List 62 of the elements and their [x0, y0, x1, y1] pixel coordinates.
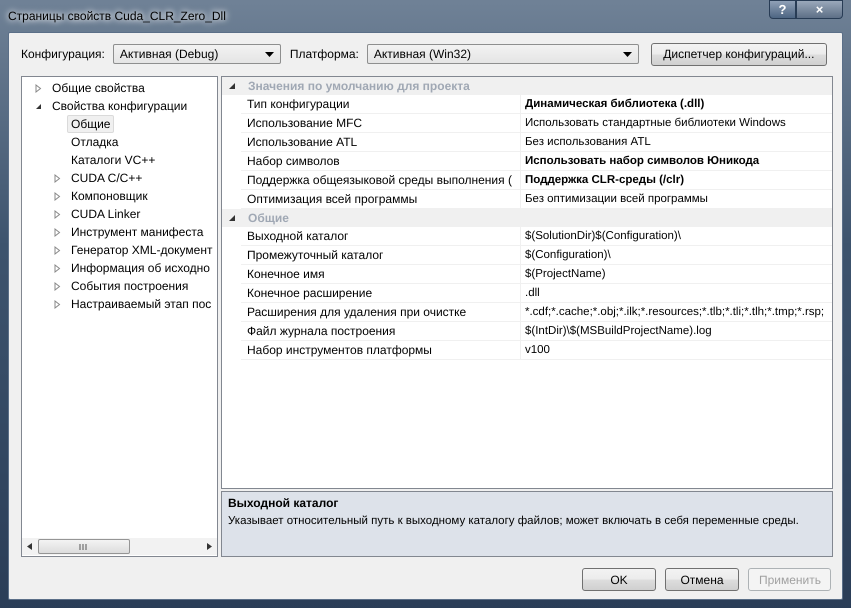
platform-dropdown[interactable]: Активная (Win32)	[366, 44, 639, 64]
property-value[interactable]: Использовать стандартные библиотеки Windows	[521, 114, 786, 132]
expanded-arrow-icon[interactable]	[228, 214, 236, 222]
property-name[interactable]: Расширения для удаления при очистке	[241, 303, 521, 321]
dropdown-arrow-icon	[622, 52, 632, 56]
property-value[interactable]: $(SolutionDir)$(Configuration)\	[521, 227, 681, 245]
description-title: Выходной каталог	[228, 496, 340, 510]
property-name[interactable]: Оптимизация всей программы	[241, 190, 521, 208]
tree-item[interactable]: CUDA Linker	[67, 205, 144, 223]
property-name[interactable]: Промежуточный каталог	[241, 246, 521, 264]
configuration-dropdown[interactable]: Активная (Debug)	[112, 44, 281, 64]
property-name[interactable]: Конечное расширение	[241, 284, 521, 302]
property-value[interactable]: $(ProjectName)	[521, 265, 606, 283]
dialog-button[interactable]: Отмена	[665, 568, 739, 591]
dialog-button[interactable]: OK	[582, 568, 656, 591]
tree-item[interactable]: События построения	[67, 277, 192, 295]
collapsed-arrow-icon[interactable]	[34, 84, 43, 92]
tree-item[interactable]: Свойства конфигурации	[48, 97, 192, 115]
tree-item[interactable]: CUDA C/C++	[67, 169, 146, 187]
window-title: Страницы свойств Cuda_CLR_Zero_Dll	[8, 9, 226, 23]
dropdown-arrow-icon	[264, 52, 274, 56]
configuration-label: Конфигурация:	[21, 47, 105, 61]
tree-item[interactable]: Общие	[67, 115, 114, 133]
platform-label: Платформа:	[290, 47, 359, 61]
grip-icon	[79, 544, 89, 550]
property-value[interactable]: Без оптимизации всей программы	[521, 190, 708, 208]
property-name[interactable]: Использование ATL	[241, 133, 521, 151]
property-name[interactable]: Тип конфигурации	[241, 95, 521, 113]
property-name[interactable]: Поддержка общеязыковой среды выполнения (	[241, 171, 521, 189]
tree-item[interactable]: Инструмент манифеста	[67, 223, 208, 241]
property-value[interactable]: .dll	[521, 284, 540, 302]
property-value[interactable]: $(IntDir)\$(MSBuildProjectName).log	[521, 322, 712, 340]
tree-item[interactable]: Компоновщик	[67, 187, 152, 205]
property-value[interactable]: *.cdf;*.cache;*.obj;*.ilk;*.resources;*.tlb;*.tli;*.tlh;*.tmp;*.rsp;	[521, 303, 824, 321]
tree-item[interactable]: Настраиваемый этап пос	[67, 295, 216, 313]
property-value[interactable]: Использовать набор символов Юникода	[521, 152, 760, 170]
category-header: Значения по умолчанию для проекта	[248, 79, 470, 93]
property-name[interactable]: Выходной каталог	[241, 227, 521, 245]
property-name[interactable]: Набор инструментов платформы	[241, 341, 521, 359]
expanded-arrow-icon[interactable]	[34, 102, 43, 110]
property-name[interactable]: Использование MFC	[241, 114, 521, 132]
scroll-right-icon[interactable]	[206, 543, 213, 550]
tree-item[interactable]: Информация об исходно	[67, 259, 214, 277]
property-name[interactable]: Файл журнала построения	[241, 322, 521, 340]
category-header: Общие	[248, 211, 289, 225]
property-name[interactable]: Конечное имя	[241, 265, 521, 283]
property-name[interactable]: Набор символов	[241, 152, 521, 170]
tree-item[interactable]: Генератор XML-документ	[67, 241, 216, 259]
scroll-left-icon[interactable]	[26, 543, 33, 550]
property-value[interactable]: v100	[521, 341, 550, 359]
horizontal-scrollbar[interactable]	[22, 538, 217, 555]
description-text: Указывает относительный путь к выходному каталогу файлов; может включать в себя переменные среды.	[228, 515, 800, 527]
property-value[interactable]: Поддержка CLR-среды (/clr)	[521, 171, 684, 189]
help-button[interactable]: ?	[769, 0, 796, 19]
tree-item[interactable]: Каталоги VC++	[67, 151, 160, 169]
tree-item[interactable]: Общие свойства	[48, 79, 149, 97]
property-value[interactable]: $(Configuration)\	[521, 246, 611, 264]
configuration-manager-button[interactable]: Диспетчер конфигураций...	[650, 42, 827, 66]
tree-item[interactable]: Отладка	[67, 133, 122, 151]
expanded-arrow-icon[interactable]	[228, 82, 236, 90]
property-value[interactable]: Динамическая библиотека (.dll)	[521, 95, 704, 113]
property-value[interactable]: Без использования ATL	[521, 133, 651, 151]
